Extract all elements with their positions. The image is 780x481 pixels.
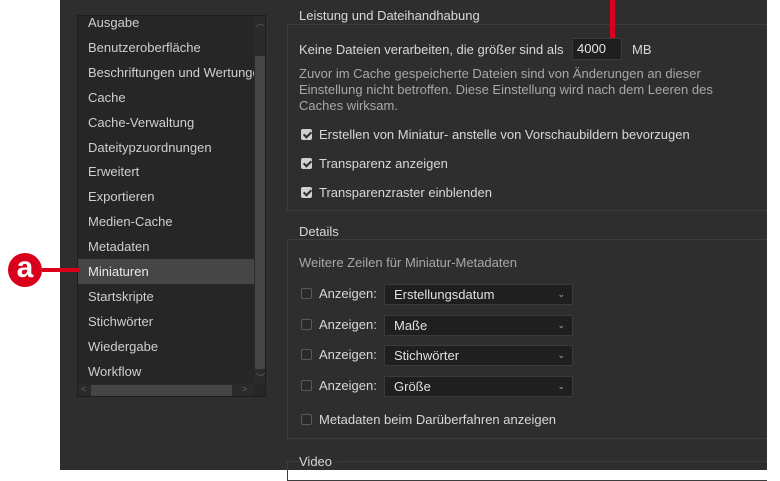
sidebar-item[interactable]: Workflow [78,359,254,384]
show-metadata-checkbox[interactable] [301,349,312,360]
option-checkbox[interactable] [301,187,312,198]
sidebar-item[interactable]: Startskripte [78,284,254,309]
hover-metadata-label: Metadaten beim Darüberfahren anzeigen [319,412,557,427]
video-group-title: Video [299,454,339,469]
select-value: Maße [394,317,428,333]
scroll-up-icon[interactable]: ︿ [256,16,265,29]
scroll-left-icon[interactable]: < [81,384,86,394]
sidebar-item[interactable]: Cache [78,85,254,110]
horizontal-scrollbar[interactable]: < > [78,384,254,396]
preferences-category-list: Ausgabe Benutzeroberfläche Beschriftungen … [77,15,266,397]
annotation-badge: a [8,253,42,287]
annotation-pointer-line [42,268,80,272]
sidebar-item[interactable]: Stichwörter [78,309,254,334]
video-group [287,461,767,481]
sidebar-item[interactable]: Miniaturen [78,259,254,284]
select-value: Stichwörter [394,348,460,363]
show-metadata-checkbox[interactable] [301,379,312,391]
chevron-down-icon: ⌄ [557,350,565,360]
vertical-scrollbar[interactable]: ︿ ﹀ [254,16,265,384]
option-label: Erstellen von Miniatur- anstelle von Vor… [319,127,690,142]
details-subtitle: Weitere Zeilen für Miniatur-Metadaten [299,255,517,270]
max-size-input[interactable]: 4000 [572,38,622,60]
sidebar-item[interactable]: Metadaten [78,234,254,259]
option-checkbox[interactable] [301,158,312,169]
show-label: Anzeigen: [319,316,377,332]
show-metadata-checkbox[interactable] [301,318,312,330]
option-label: Transparenzraster einblenden [319,185,492,200]
note-line-3: Caches wirksam. [299,98,398,113]
scroll-right-icon[interactable]: > [242,384,247,394]
scroll-down-icon[interactable]: ﹀ [256,371,265,384]
option-checkbox[interactable] [301,129,312,140]
sidebar-item[interactable]: Wiedergabe [78,334,254,359]
note-line-2: Einstellung nicht betroffen. Diese Einst… [299,82,713,97]
hover-metadata-checkbox[interactable] [301,414,312,425]
metadata-field-select[interactable]: Größe ⌄ [384,375,573,397]
option-label: Transparenz anzeigen [319,156,448,171]
performance-group-title: Leistung und Dateihandhabung [299,8,486,23]
horizontal-scroll-thumb[interactable] [91,385,232,396]
sidebar-item[interactable]: Medien-Cache [78,209,254,234]
max-size-unit: MB [632,42,652,57]
sidebar-item[interactable]: Benutzeroberfläche [78,35,254,60]
metadata-field-select[interactable]: Maße ⌄ [384,314,573,336]
sidebar-item[interactable]: Ausgabe [78,16,254,35]
sidebar-item[interactable]: Beschriftungen und Wertungen [78,60,254,85]
sidebar-item[interactable]: Exportieren [78,184,254,209]
sidebar-item[interactable]: Cache-Verwaltung [78,110,254,135]
max-size-label: Keine Dateien verarbeiten, die größer si… [299,42,564,57]
details-group-title: Details [299,224,345,239]
show-label: Anzeigen: [319,286,377,301]
show-label: Anzeigen: [319,347,377,362]
select-value: Erstellungsdatum [394,287,495,302]
note-line-1: Zuvor im Cache gespeicherte Dateien sind… [299,66,701,81]
sidebar-item[interactable]: Dateitypzuordnungen [78,135,254,160]
annotation-marker-line-overlay [610,0,615,34]
select-value: Größe [394,378,431,394]
chevron-down-icon: ⌄ [557,289,565,299]
metadata-field-select[interactable]: Erstellungsdatum ⌄ [384,284,573,305]
chevron-down-icon: ⌄ [557,319,565,330]
sidebar-item[interactable]: Erweitert [78,159,254,184]
vertical-scroll-thumb[interactable] [255,56,265,369]
show-metadata-checkbox[interactable] [301,288,312,299]
metadata-field-select[interactable]: Stichwörter ⌄ [384,345,573,366]
chevron-down-icon: ⌄ [557,380,565,391]
show-label: Anzeigen: [319,377,377,393]
